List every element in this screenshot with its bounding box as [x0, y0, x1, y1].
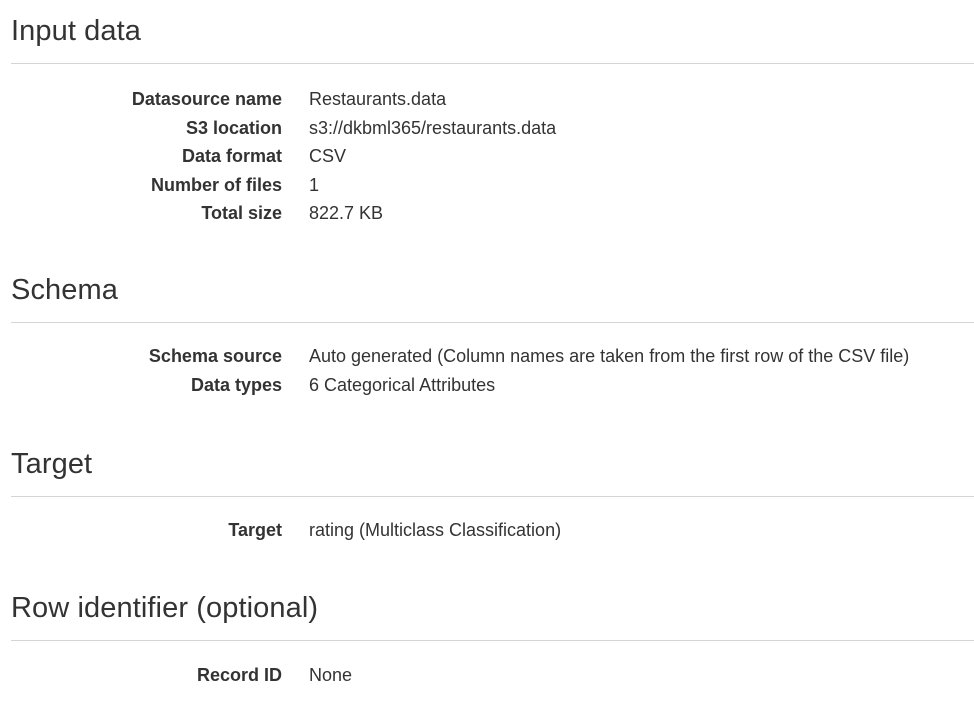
input-data-fields: Datasource name Restaurants.data S3 loca…	[11, 89, 974, 232]
field-number-of-files: Number of files 1	[11, 175, 974, 204]
field-label: Data format	[181, 146, 282, 166]
section-divider	[11, 496, 974, 497]
target-section: Target Target rating (Multiclass Classif…	[11, 447, 974, 549]
field-value: Auto generated (Column names are taken f…	[309, 346, 910, 366]
input-data-heading: Input data	[11, 15, 141, 47]
field-target: Target rating (Multiclass Classification…	[11, 520, 974, 549]
field-total-size: Total size 822.7 KB	[11, 203, 974, 232]
field-value: CSV	[309, 146, 347, 166]
field-value: 822.7 KB	[309, 203, 384, 223]
field-value: s3://dkbml365/restaurants.data	[309, 117, 557, 138]
field-label: S3 location	[185, 117, 282, 138]
field-data-format: Data format CSV	[11, 146, 974, 175]
schema-heading: Schema	[11, 274, 118, 306]
field-data-types: Data types 6 Categorical Attributes	[11, 375, 974, 404]
field-label: Total size	[201, 203, 282, 223]
field-value: Restaurants.data	[309, 89, 447, 109]
field-record-id: Record ID None	[11, 665, 974, 694]
field-label: Record ID	[196, 665, 282, 685]
field-s3-location: S3 location s3://dkbml365/restaurants.da…	[11, 118, 974, 147]
review-page: Input data Datasource name Restaurants.d…	[11, 0, 974, 685]
field-value: 1	[309, 174, 320, 195]
field-label: Datasource name	[131, 89, 282, 109]
field-label: Number of files	[150, 174, 282, 195]
field-label: Target	[228, 520, 282, 540]
schema-fields: Schema source Auto generated (Column nam…	[11, 346, 974, 403]
target-heading: Target	[11, 448, 93, 480]
field-label: Data types	[190, 374, 282, 395]
field-datasource-name: Datasource name Restaurants.data	[11, 89, 974, 118]
row-identifier-heading: Row identifier (optional)	[11, 592, 319, 624]
field-value: None	[309, 665, 353, 685]
field-schema-source: Schema source Auto generated (Column nam…	[11, 346, 974, 375]
section-divider	[11, 640, 974, 641]
field-label: Schema source	[148, 346, 282, 366]
field-value: rating (Multiclass Classification)	[309, 520, 562, 540]
input-data-section: Input data Datasource name Restaurants.d…	[11, 14, 974, 232]
section-divider	[11, 322, 974, 323]
field-value: 6 Categorical Attributes	[309, 374, 496, 395]
section-divider	[11, 63, 974, 64]
row-identifier-section: Row identifier (optional) Record ID None	[11, 591, 974, 694]
row-identifier-fields: Record ID None	[11, 665, 974, 694]
target-fields: Target rating (Multiclass Classification…	[11, 520, 974, 549]
schema-section: Schema Schema source Auto generated (Col…	[11, 273, 974, 403]
